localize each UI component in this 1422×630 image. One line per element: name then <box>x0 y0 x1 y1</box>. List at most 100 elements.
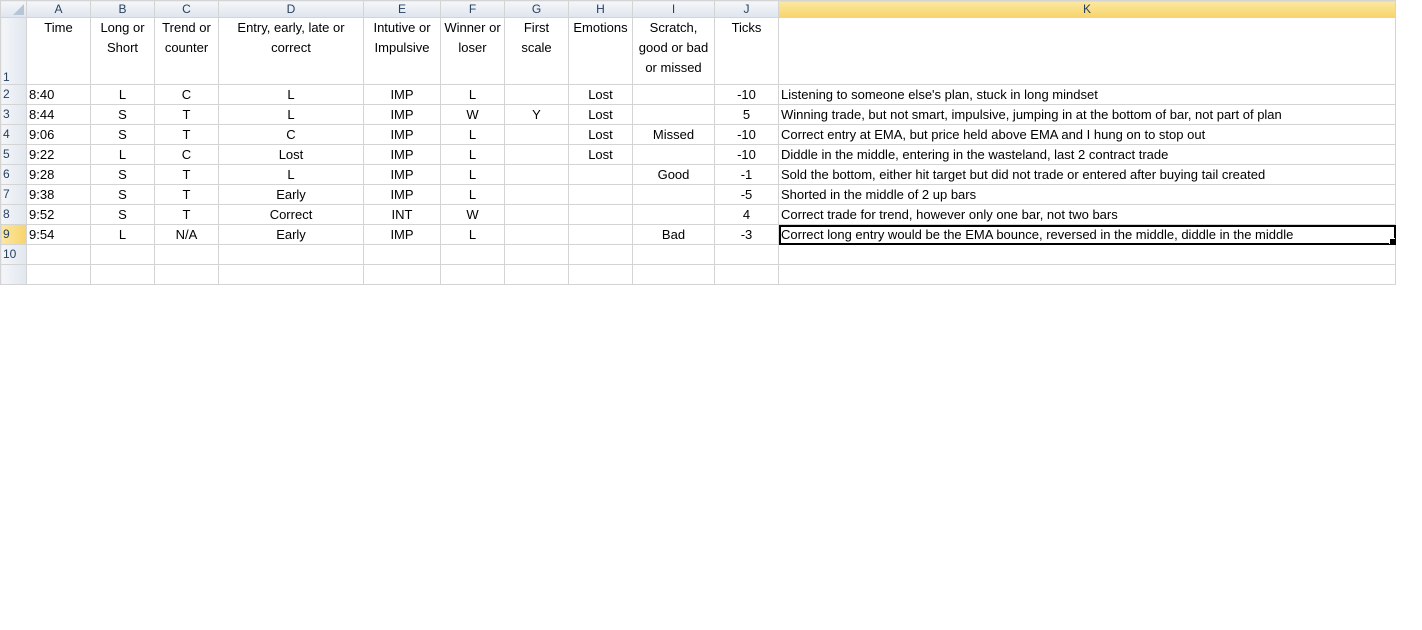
cell-k[interactable]: Listening to someone else's plan, stuck … <box>778 84 1396 105</box>
cell-b[interactable]: Long or Short <box>90 17 155 85</box>
cell-g[interactable] <box>504 144 569 165</box>
cell-d[interactable]: Early <box>218 184 364 205</box>
cell-i[interactable]: Bad <box>632 224 715 245</box>
cell-j[interactable]: -10 <box>714 124 779 145</box>
selected-cell[interactable]: Correct long entry would be the EMA boun… <box>778 224 1396 245</box>
cell-d[interactable] <box>218 244 364 265</box>
cell-h[interactable] <box>568 184 633 205</box>
cell-e[interactable]: IMP <box>363 124 441 145</box>
row-header[interactable]: 10 <box>0 244 27 265</box>
cell-a[interactable]: 9:54 <box>26 224 91 245</box>
cell-f[interactable]: Winner or loser <box>440 17 505 85</box>
cell-h[interactable] <box>568 224 633 245</box>
column-header-d[interactable]: D <box>218 0 364 18</box>
cell-f[interactable] <box>440 244 505 265</box>
cell-b[interactable]: L <box>90 84 155 105</box>
cell-d[interactable]: L <box>218 84 364 105</box>
cell-c[interactable]: C <box>154 84 219 105</box>
column-header-c[interactable]: C <box>154 0 219 18</box>
cell-j[interactable]: -1 <box>714 164 779 185</box>
cell-b[interactable] <box>90 264 155 285</box>
cell-k[interactable]: Shorted in the middle of 2 up bars <box>778 184 1396 205</box>
cell-c[interactable] <box>154 244 219 265</box>
cell-f[interactable] <box>440 264 505 285</box>
cell-d[interactable] <box>218 264 364 285</box>
cell-h[interactable] <box>568 264 633 285</box>
column-header-f[interactable]: F <box>440 0 505 18</box>
cell-a[interactable]: 9:52 <box>26 204 91 225</box>
row-header[interactable]: 7 <box>0 184 27 205</box>
cell-d[interactable]: L <box>218 104 364 125</box>
cell-i[interactable] <box>632 104 715 125</box>
cell-h[interactable]: Emotions <box>568 17 633 85</box>
cell-e[interactable]: INT <box>363 204 441 225</box>
cell-a[interactable]: 9:06 <box>26 124 91 145</box>
cell-b[interactable] <box>90 244 155 265</box>
cell-i[interactable] <box>632 184 715 205</box>
cell-g[interactable] <box>504 124 569 145</box>
cell-j[interactable] <box>714 264 779 285</box>
column-header-a[interactable]: A <box>26 0 91 18</box>
cell-f[interactable]: W <box>440 104 505 125</box>
cell-c[interactable]: Trend or counter <box>154 17 219 85</box>
cell-j[interactable]: -10 <box>714 144 779 165</box>
cell-c[interactable]: T <box>154 104 219 125</box>
cell-g[interactable]: Y <box>504 104 569 125</box>
cell-j[interactable] <box>714 244 779 265</box>
cell-a[interactable]: 9:28 <box>26 164 91 185</box>
column-header-k[interactable]: K <box>778 0 1396 18</box>
cell-g[interactable] <box>504 184 569 205</box>
column-header-h[interactable]: H <box>568 0 633 18</box>
cell-d[interactable]: Lost <box>218 144 364 165</box>
cell-h[interactable]: Lost <box>568 124 633 145</box>
cell-a[interactable]: 9:38 <box>26 184 91 205</box>
column-header-i[interactable]: I <box>632 0 715 18</box>
cell-b[interactable]: S <box>90 104 155 125</box>
cell-j[interactable]: Ticks <box>714 17 779 85</box>
cell-h[interactable] <box>568 244 633 265</box>
cell-i[interactable] <box>632 204 715 225</box>
column-header-j[interactable]: J <box>714 0 779 18</box>
cell-g[interactable] <box>504 164 569 185</box>
cell-f[interactable]: L <box>440 224 505 245</box>
row-header[interactable] <box>0 264 27 285</box>
cell-e[interactable]: IMP <box>363 184 441 205</box>
column-header-b[interactable]: B <box>90 0 155 18</box>
cell-c[interactable]: C <box>154 144 219 165</box>
cell-d[interactable]: Correct <box>218 204 364 225</box>
cell-a[interactable]: 9:22 <box>26 144 91 165</box>
cell-j[interactable]: -10 <box>714 84 779 105</box>
cell-e[interactable] <box>363 244 441 265</box>
cell-a[interactable]: 8:44 <box>26 104 91 125</box>
row-header[interactable]: 8 <box>0 204 27 225</box>
cell-e[interactable]: Intutive or Impulsive <box>363 17 441 85</box>
cell-c[interactable]: T <box>154 124 219 145</box>
fill-handle[interactable] <box>1389 238 1395 244</box>
cell-f[interactable]: L <box>440 124 505 145</box>
row-header[interactable]: 1 <box>0 17 27 85</box>
cell-d[interactable]: C <box>218 124 364 145</box>
cell-d[interactable]: L <box>218 164 364 185</box>
cell-k[interactable] <box>778 17 1396 85</box>
cell-h[interactable]: Lost <box>568 104 633 125</box>
cell-c[interactable]: T <box>154 204 219 225</box>
cell-b[interactable]: L <box>90 144 155 165</box>
cell-k[interactable]: Winning trade, but not smart, impulsive,… <box>778 104 1396 125</box>
cell-g[interactable] <box>504 204 569 225</box>
cell-k[interactable]: Diddle in the middle, entering in the wa… <box>778 144 1396 165</box>
cell-k[interactable]: Correct entry at EMA, but price held abo… <box>778 124 1396 145</box>
row-header[interactable]: 4 <box>0 124 27 145</box>
cell-h[interactable] <box>568 164 633 185</box>
cell-k[interactable] <box>778 244 1396 265</box>
cell-c[interactable]: T <box>154 164 219 185</box>
cell-j[interactable]: -5 <box>714 184 779 205</box>
cell-a[interactable]: 8:40 <box>26 84 91 105</box>
cell-h[interactable]: Lost <box>568 144 633 165</box>
cell-h[interactable] <box>568 204 633 225</box>
cell-i[interactable] <box>632 84 715 105</box>
cell-j[interactable]: 4 <box>714 204 779 225</box>
cell-f[interactable]: L <box>440 84 505 105</box>
cell-g[interactable] <box>504 84 569 105</box>
cell-c[interactable]: N/A <box>154 224 219 245</box>
column-header-g[interactable]: G <box>504 0 569 18</box>
